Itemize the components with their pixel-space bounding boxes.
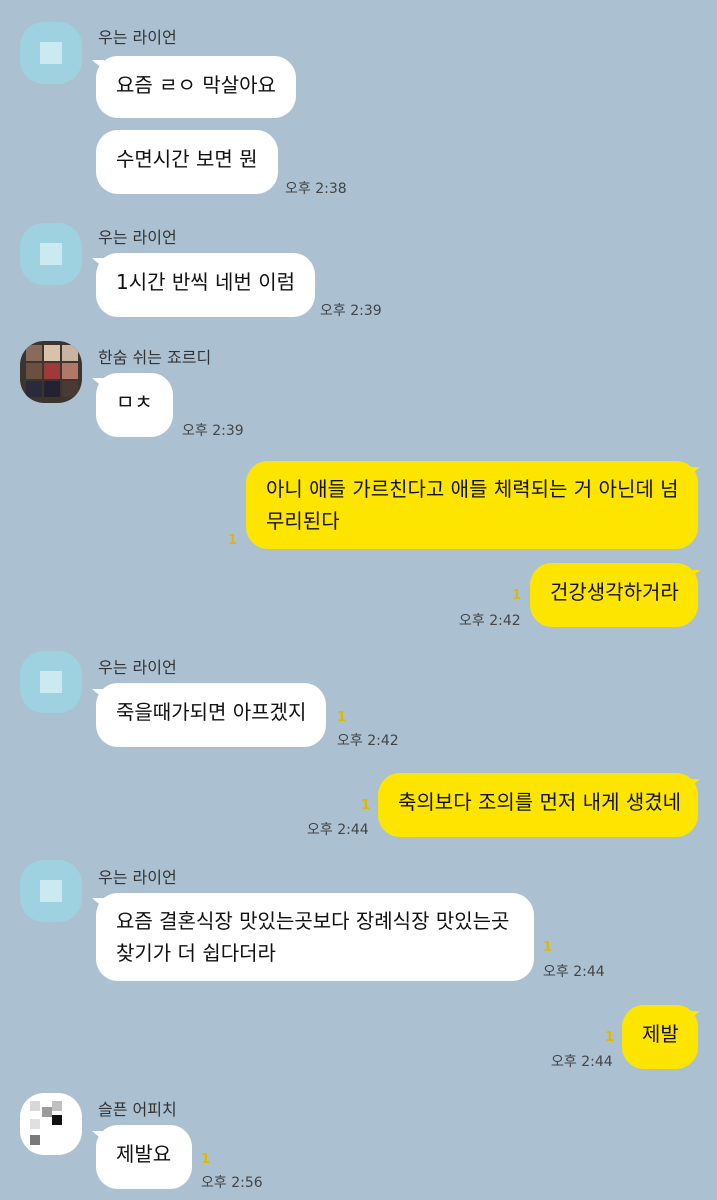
unread-count: 1 — [337, 710, 347, 725]
message-time: 오후 2:44 — [307, 822, 369, 838]
message-bubble-incoming[interactable]: ㅁㅊ — [96, 373, 173, 437]
unread-count: 1 — [361, 798, 371, 813]
sender-name: 슬픈 어피치 — [98, 1100, 177, 1119]
unread-count: 1 — [201, 1152, 211, 1167]
message-bubble-incoming[interactable]: 제발요 — [96, 1125, 192, 1189]
message-bubble-outgoing[interactable]: 건강생각하거라 — [530, 563, 698, 627]
unread-count: 1 — [512, 588, 522, 603]
message-time: 오후 2:42 — [459, 613, 521, 629]
avatar-lion[interactable] — [20, 22, 82, 84]
message-bubble-incoming[interactable]: 요즘 ㄹㅇ 막살아요 — [96, 56, 296, 118]
message-time: 오후 2:42 — [337, 733, 399, 749]
message-time: 오후 2:39 — [182, 423, 244, 439]
message-line: 찾기가 더 쉽다더라 — [116, 941, 276, 965]
message-line: 요즘 결혼식장 맛있는곳보다 장례식장 맛있는곳 — [116, 909, 510, 933]
avatar-placeholder-icon — [40, 880, 62, 902]
sender-name: 우는 라이언 — [98, 868, 177, 887]
avatar-placeholder-icon — [40, 671, 62, 693]
message-line: 무리된다 — [266, 509, 340, 533]
avatar-lion[interactable] — [20, 860, 82, 922]
avatar-jordy[interactable] — [20, 341, 82, 403]
message-bubble-incoming[interactable]: 죽을때가되면 아프겠지 — [96, 683, 327, 747]
message-bubble-incoming[interactable]: 수면시간 보면 뭔 — [96, 130, 278, 194]
message-time: 오후 2:44 — [543, 964, 605, 980]
message-time: 오후 2:39 — [320, 303, 382, 319]
message-bubble-incoming[interactable]: 1시간 반씩 네번 이럼 — [96, 253, 315, 317]
message-time: 오후 2:56 — [201, 1175, 263, 1191]
message-time: 오후 2:38 — [285, 181, 347, 197]
message-bubble-outgoing[interactable]: 축의보다 조의를 먼저 내게 생겼네 — [378, 773, 698, 837]
unread-count: 1 — [228, 533, 238, 548]
message-bubble-outgoing[interactable]: 아니 애들 가르친다고 애들 체력되는 거 아닌데 넘 무리된다 — [246, 461, 698, 549]
avatar-lion[interactable] — [20, 223, 82, 285]
avatar-apeach[interactable] — [20, 1093, 82, 1155]
sender-name: 우는 라이언 — [98, 228, 177, 247]
message-time: 오후 2:44 — [551, 1054, 613, 1070]
message-line: 아니 애들 가르친다고 애들 체력되는 거 아닌데 넘 — [266, 477, 679, 501]
avatar-lion[interactable] — [20, 651, 82, 713]
message-bubble-incoming[interactable]: 요즘 결혼식장 맛있는곳보다 장례식장 맛있는곳 찾기가 더 쉽다더라 — [96, 893, 534, 981]
sender-name: 한숨 쉬는 죠르디 — [98, 348, 212, 367]
unread-count: 1 — [543, 940, 553, 955]
message-bubble-outgoing[interactable]: 제발 — [622, 1005, 698, 1069]
unread-count: 1 — [605, 1030, 615, 1045]
avatar-placeholder-icon — [40, 243, 62, 265]
avatar-placeholder-icon — [40, 42, 62, 64]
sender-name: 우는 라이언 — [98, 28, 177, 47]
sender-name: 우는 라이언 — [98, 658, 177, 677]
